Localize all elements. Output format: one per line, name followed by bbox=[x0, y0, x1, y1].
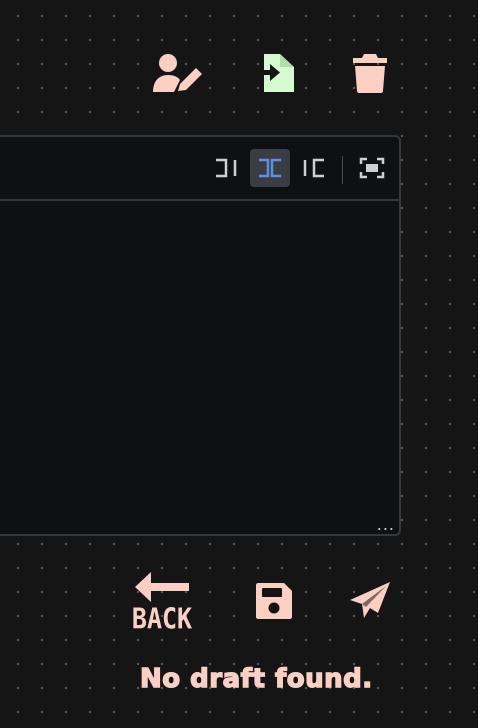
edit-author-button[interactable] bbox=[152, 52, 204, 94]
toolbar-divider bbox=[342, 156, 343, 184]
editor-toolbar bbox=[0, 137, 399, 201]
edit-mode-icon bbox=[216, 158, 237, 178]
file-import-icon bbox=[254, 54, 294, 92]
status-message: No draft found. bbox=[139, 663, 373, 694]
user-pen-icon bbox=[153, 54, 202, 92]
resize-handle[interactable]: ... bbox=[377, 517, 395, 533]
send-button[interactable] bbox=[348, 580, 392, 622]
arrow-left-icon bbox=[135, 572, 189, 602]
fullscreen-icon bbox=[359, 157, 385, 179]
preview-mode-icon bbox=[303, 158, 324, 178]
paper-plane-icon bbox=[350, 582, 390, 618]
floppy-disk-icon bbox=[256, 583, 292, 619]
delete-button[interactable] bbox=[352, 52, 388, 94]
import-file-button[interactable] bbox=[252, 52, 296, 94]
live-mode-button[interactable] bbox=[250, 149, 290, 187]
preview-mode-button[interactable] bbox=[293, 149, 333, 187]
back-label[interactable]: BACK bbox=[129, 602, 195, 635]
trash-icon bbox=[353, 54, 387, 93]
live-mode-icon bbox=[259, 158, 281, 178]
fullscreen-button[interactable] bbox=[352, 149, 392, 187]
save-button[interactable] bbox=[254, 581, 294, 621]
edit-mode-button[interactable] bbox=[207, 149, 247, 187]
editor-panel[interactable]: ... bbox=[0, 135, 401, 536]
